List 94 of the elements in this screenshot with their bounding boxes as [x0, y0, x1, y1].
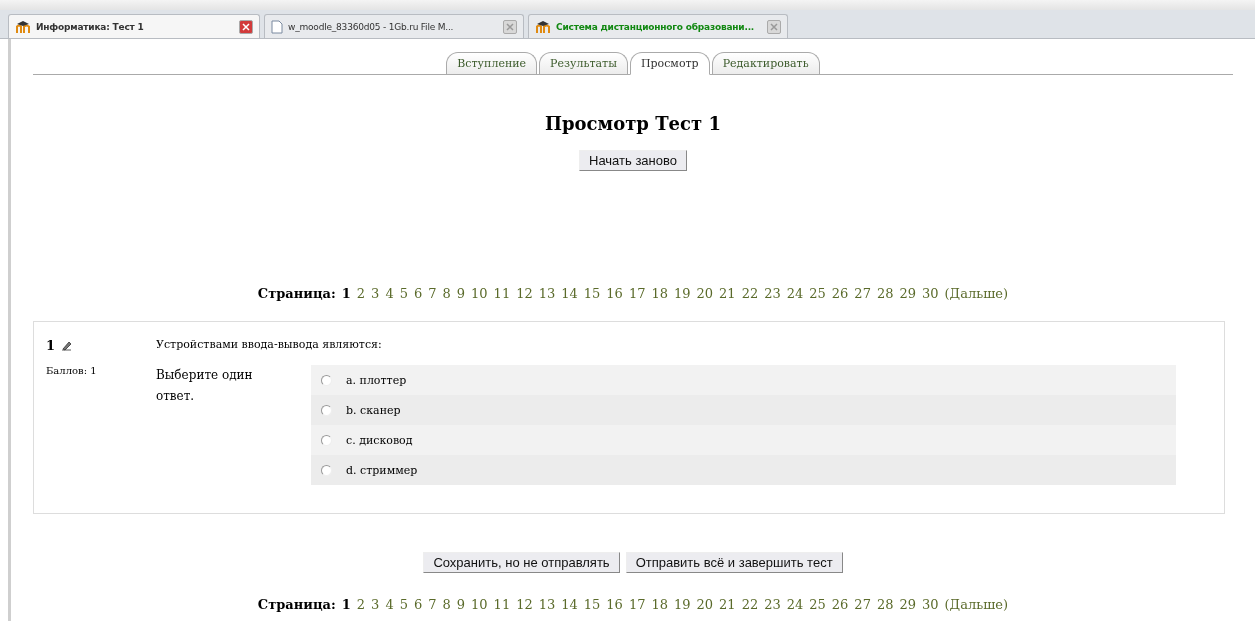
- document-icon: [271, 19, 283, 34]
- close-icon[interactable]: [503, 19, 517, 34]
- page-link[interactable]: 2: [356, 597, 366, 612]
- option-label: c. дисковод: [346, 433, 413, 447]
- page-link[interactable]: 4: [385, 286, 394, 301]
- page-link[interactable]: 29: [899, 597, 916, 612]
- page-link[interactable]: 3: [371, 286, 380, 301]
- option-label: a. плоттер: [346, 373, 407, 387]
- restart-button[interactable]: Начать заново: [579, 150, 687, 171]
- page-link[interactable]: 9: [456, 597, 466, 612]
- page-link[interactable]: 23: [764, 286, 781, 301]
- tab[interactable]: Результаты: [539, 52, 628, 74]
- page-link[interactable]: 1: [341, 597, 351, 612]
- page-link[interactable]: 14: [561, 286, 578, 301]
- page-link[interactable]: 15: [583, 286, 601, 301]
- page-link[interactable]: 12: [516, 597, 533, 612]
- page-link[interactable]: 19: [674, 597, 691, 612]
- page-link[interactable]: 7: [428, 597, 437, 612]
- page-link[interactable]: 20: [696, 286, 714, 301]
- tab[interactable]: Просмотр: [629, 52, 710, 75]
- page-link[interactable]: 10: [471, 286, 488, 301]
- page-link[interactable]: 30: [922, 597, 939, 612]
- page-link[interactable]: 5: [399, 597, 408, 612]
- page-link[interactable]: 15: [583, 597, 601, 612]
- page-link[interactable]: 26: [831, 286, 849, 301]
- page-link[interactable]: 17: [628, 286, 646, 301]
- pager-label: Страница:: [257, 286, 336, 301]
- page-link[interactable]: 22: [741, 286, 759, 301]
- page-link[interactable]: 8: [442, 286, 451, 301]
- page-link[interactable]: 21: [719, 597, 736, 612]
- page-link[interactable]: 5: [399, 286, 408, 301]
- submit-button[interactable]: Отправить всё и завершить тест: [625, 552, 843, 573]
- page-link[interactable]: 13: [538, 597, 556, 612]
- page-link[interactable]: 6: [413, 597, 423, 612]
- next-link[interactable]: (Дальше): [944, 597, 1009, 612]
- question-number: 1: [46, 338, 56, 353]
- tab[interactable]: Вступление: [446, 52, 538, 74]
- page-link[interactable]: 26: [831, 597, 849, 612]
- browser-tab[interactable]: w_moodle_83360d05 - 1Gb.ru File M...: [264, 14, 524, 38]
- mortarboard-icon: [535, 19, 551, 34]
- page-link[interactable]: 25: [809, 597, 826, 612]
- save-button[interactable]: Сохранить, но не отправлять: [423, 552, 620, 573]
- page-link[interactable]: 27: [854, 286, 871, 301]
- page-link[interactable]: 20: [696, 597, 714, 612]
- page-link[interactable]: 6: [413, 286, 423, 301]
- page-link[interactable]: 24: [786, 286, 804, 301]
- radio-button[interactable]: [321, 404, 332, 416]
- page-link[interactable]: 14: [561, 597, 578, 612]
- pager-label: Страница:: [257, 597, 336, 612]
- page-link[interactable]: 23: [764, 597, 781, 612]
- close-icon[interactable]: [239, 19, 253, 34]
- browser-tab[interactable]: Система дистанционного образовани...: [528, 14, 788, 38]
- page-link[interactable]: 2: [356, 286, 366, 301]
- page-link[interactable]: 24: [786, 597, 804, 612]
- page-link[interactable]: 11: [493, 286, 511, 301]
- page-link[interactable]: 25: [809, 286, 826, 301]
- page-heading: Просмотр Тест 1: [545, 113, 721, 134]
- page-link[interactable]: 16: [606, 286, 623, 301]
- page-link[interactable]: 13: [538, 286, 556, 301]
- mortarboard-icon: [15, 19, 31, 34]
- radio-button[interactable]: [321, 434, 332, 446]
- page-link[interactable]: 1: [341, 286, 351, 301]
- page-link[interactable]: 21: [719, 286, 736, 301]
- page-link[interactable]: 18: [651, 597, 668, 612]
- browser-tab[interactable]: Информатика: Тест 1: [8, 14, 260, 38]
- page-link[interactable]: 27: [854, 597, 871, 612]
- page-link[interactable]: 17: [628, 597, 646, 612]
- radio-button[interactable]: [321, 374, 332, 386]
- tab[interactable]: Редактировать: [711, 52, 820, 74]
- page-link[interactable]: 8: [442, 597, 451, 612]
- page-link[interactable]: 29: [899, 286, 916, 301]
- page-link[interactable]: 22: [741, 597, 759, 612]
- page-link[interactable]: 7: [428, 286, 437, 301]
- page-link[interactable]: 11: [493, 597, 511, 612]
- radio-button[interactable]: [321, 464, 332, 476]
- page-link[interactable]: 9: [456, 286, 466, 301]
- next-link[interactable]: (Дальше): [944, 286, 1009, 301]
- page-link[interactable]: 18: [651, 286, 668, 301]
- page-link[interactable]: 10: [471, 597, 488, 612]
- pencil-icon[interactable]: [61, 340, 73, 351]
- page-link[interactable]: 4: [385, 597, 394, 612]
- option-label: b. сканер: [346, 403, 401, 417]
- page-link[interactable]: 28: [876, 286, 894, 301]
- grade-text: Баллов: 1: [46, 365, 98, 376]
- option-label: d. стриммер: [346, 463, 418, 477]
- page-link[interactable]: 19: [674, 286, 691, 301]
- page-link[interactable]: 12: [516, 286, 533, 301]
- page-link[interactable]: 16: [606, 597, 623, 612]
- answer-prompt: Выберите один ответ.: [156, 367, 254, 405]
- page-link[interactable]: 30: [922, 286, 939, 301]
- question-text: Устройствами ввода-вывода являются:: [156, 338, 383, 351]
- close-icon[interactable]: [767, 19, 781, 34]
- page-link[interactable]: 3: [371, 597, 380, 612]
- page-link[interactable]: 28: [876, 597, 894, 612]
